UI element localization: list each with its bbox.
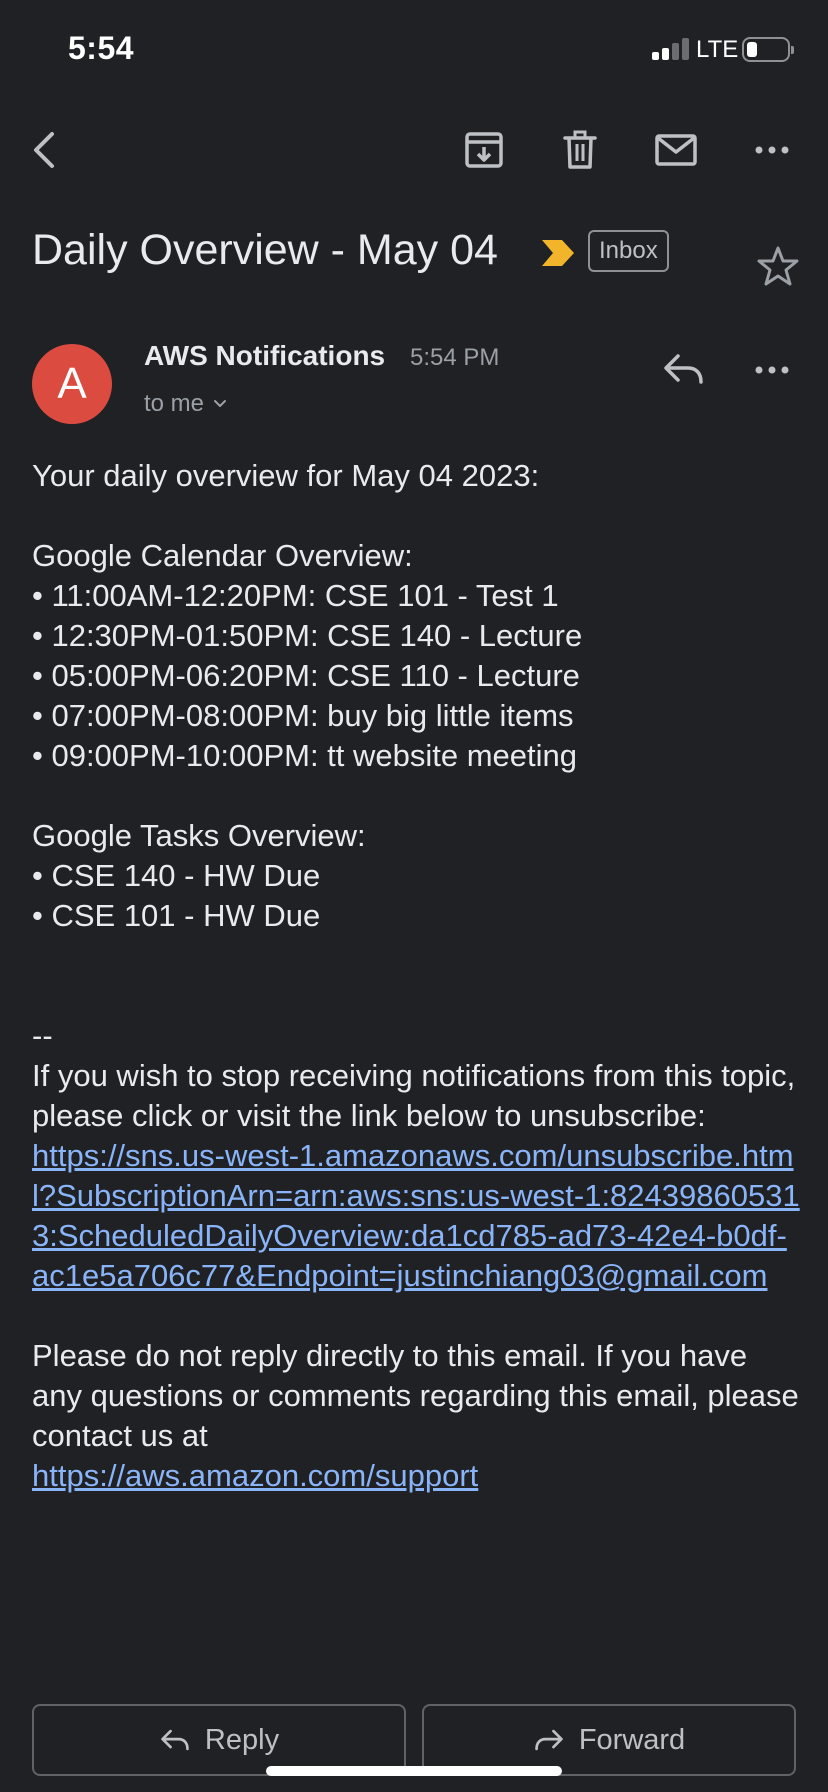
quick-reply-button[interactable] [658, 344, 710, 396]
recipient-details-toggle[interactable]: to me [144, 390, 228, 418]
chevron-down-icon [214, 400, 227, 407]
calendar-item: • 05:00PM-06:20PM: CSE 110 - Lecture [32, 658, 580, 693]
more-horizontal-icon [755, 366, 789, 374]
more-horizontal-icon [755, 146, 789, 154]
unsubscribe-link[interactable]: https://sns.us-west-1.amazonaws.com/unsu… [32, 1138, 800, 1293]
importance-marker-icon[interactable] [540, 238, 576, 268]
support-text: Please do not reply directly to this ema… [32, 1338, 799, 1453]
star-button[interactable] [750, 238, 806, 294]
recipient-label: to me [144, 390, 205, 417]
sender-avatar[interactable]: A [32, 344, 112, 424]
calendar-heading: Google Calendar Overview: [32, 538, 413, 573]
email-screen: 5:54 LTE Daily Overview - May 04 Inbox A… [0, 0, 828, 1792]
trash-icon [563, 130, 597, 169]
mail-icon [655, 134, 697, 166]
more-options-button[interactable] [742, 120, 802, 180]
signal-strength-icon [652, 38, 690, 60]
forward-button-label: Forward [578, 1723, 686, 1756]
email-body: Your daily overview for May 04 2023: Goo… [32, 456, 802, 1496]
task-item: • CSE 140 - HW Due [32, 858, 321, 893]
email-toolbar [0, 110, 828, 190]
signature-separator: -- [32, 1018, 53, 1053]
calendar-item: • 11:00AM-12:20PM: CSE 101 - Test 1 [32, 578, 559, 613]
reply-icon [161, 1729, 189, 1751]
reply-icon [664, 354, 703, 384]
email-subject: Daily Overview - May 04 [32, 226, 498, 274]
body-intro: Your daily overview for May 04 2023: [32, 458, 540, 493]
archive-button[interactable] [454, 120, 514, 180]
reply-button-label: Reply [204, 1723, 280, 1756]
status-time: 5:54 [68, 30, 135, 66]
sender-name: AWS Notifications [144, 340, 386, 371]
star-icon [757, 246, 799, 286]
archive-icon [465, 132, 503, 168]
tasks-heading: Google Tasks Overview: [32, 818, 366, 853]
support-link[interactable]: https://aws.amazon.com/support [32, 1458, 478, 1493]
status-bar: 5:54 LTE [0, 0, 828, 100]
calendar-item: • 09:00PM-10:00PM: tt website meeting [32, 738, 578, 773]
task-item: • CSE 101 - HW Due [32, 898, 321, 933]
subject-row: Daily Overview - May 04 Inbox [32, 220, 812, 290]
delete-button[interactable] [550, 120, 610, 180]
calendar-item: • 07:00PM-08:00PM: buy big little items [32, 698, 574, 733]
sender-row: A AWS Notifications 5:54 PM to me [0, 340, 828, 440]
sent-time: 5:54 PM [410, 344, 500, 371]
message-more-button[interactable] [744, 344, 800, 396]
battery-icon [742, 37, 794, 62]
back-arrow-icon [34, 132, 54, 168]
calendar-item: • 12:30PM-01:50PM: CSE 140 - Lecture [32, 618, 583, 653]
unsubscribe-text: If you wish to stop receiving notificati… [32, 1058, 796, 1133]
inbox-label-chip[interactable]: Inbox [588, 230, 669, 272]
network-type: LTE [696, 36, 739, 63]
back-button[interactable] [16, 120, 76, 180]
home-indicator[interactable] [266, 1766, 562, 1776]
forward-icon [535, 1729, 563, 1751]
mark-unread-button[interactable] [646, 120, 706, 180]
